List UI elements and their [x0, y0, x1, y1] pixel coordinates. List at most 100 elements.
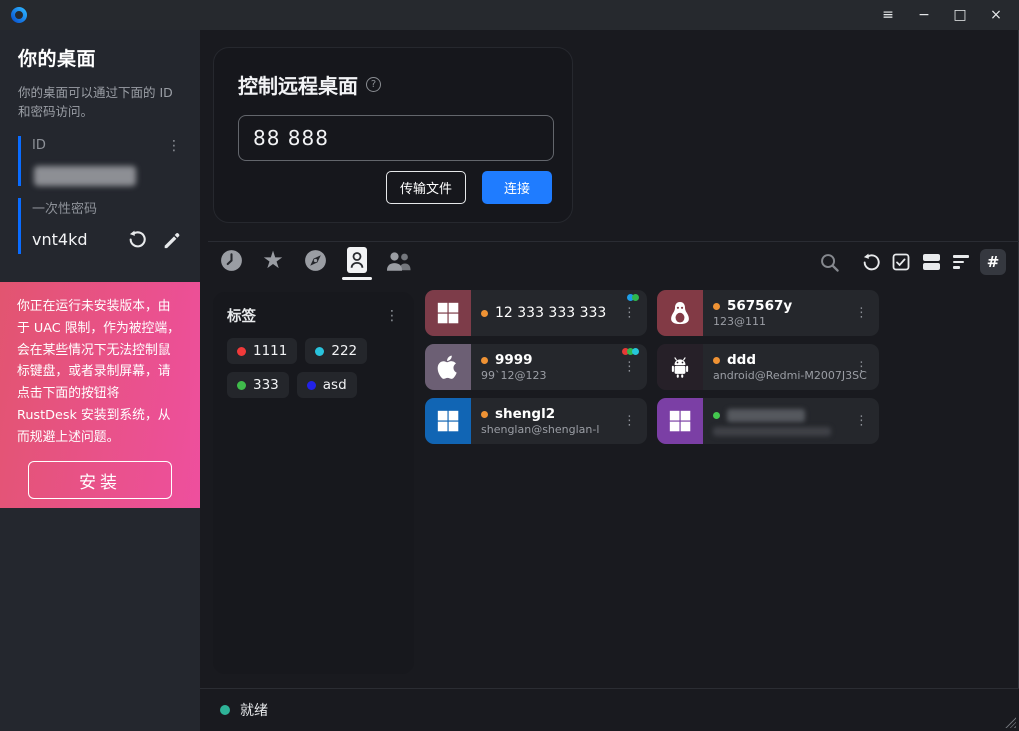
status-bar: 就绪 [200, 688, 1019, 731]
tag-color-dot [237, 347, 246, 356]
tags-header: 标签 [227, 305, 256, 326]
grid-view-button[interactable]: # [980, 249, 1006, 275]
tag-label: asd [323, 377, 347, 393]
peer-card[interactable]: 12 333 333 333 ⋮ [425, 290, 647, 336]
linux-logo-icon [657, 290, 703, 336]
install-notice: 你正在运行未安装版本，由于 UAC 限制，作为被控端，会在某些情况下无法控制鼠标… [0, 282, 200, 508]
refresh-password-button[interactable] [126, 229, 148, 251]
search-icon [819, 252, 840, 273]
peer-status-dot [713, 303, 720, 310]
tag-color-dot [237, 381, 246, 390]
select-peers-button[interactable] [890, 249, 912, 275]
sidebar: 你的桌面 你的桌面可以通过下面的 ID 和密码访问。 ID ⋮ 一次性密码 vn… [0, 30, 200, 731]
help-icon[interactable]: ? [366, 77, 381, 92]
tab-discovered[interactable] [302, 247, 328, 280]
install-notice-text: 你正在运行未安装版本，由于 UAC 限制，作为被控端，会在某些情况下无法控制鼠标… [17, 296, 183, 448]
peer-status-dot [481, 411, 488, 418]
peer-menu-button[interactable]: ⋮ [619, 412, 640, 431]
tab-groups[interactable] [386, 247, 412, 280]
peer-card[interactable]: shengl2 shenglan@shenglan-l ⋮ [425, 398, 647, 444]
windows-logo-icon [425, 290, 471, 336]
address-book-icon [346, 247, 368, 273]
sort-button[interactable] [950, 249, 972, 275]
peer-tag-dots [629, 294, 639, 301]
tag-chip[interactable]: 222 [305, 338, 367, 364]
peer-status-dot [713, 357, 720, 364]
checkbox-icon [892, 253, 910, 271]
minimize-button[interactable]: − [911, 3, 937, 27]
peer-card[interactable]: ⋮ [657, 398, 879, 444]
android-logo-icon [657, 344, 703, 390]
active-tab-underline [342, 277, 372, 280]
search-button[interactable] [818, 249, 840, 275]
windows-logo-icon [425, 398, 471, 444]
tag-chip[interactable]: asd [297, 372, 357, 398]
tag-color-dot [307, 381, 316, 390]
peer-status-dot [481, 357, 488, 364]
tag-chip[interactable]: 333 [227, 372, 289, 398]
control-remote-card: 控制远程桌面 ? 传输文件 连接 [213, 47, 573, 223]
id-section: ID ⋮ [18, 136, 182, 186]
cards-view-button[interactable] [920, 249, 942, 275]
peer-name: shengl2 [495, 406, 555, 422]
peer-menu-button[interactable]: ⋮ [851, 412, 872, 431]
tag-chip[interactable]: 1111 [227, 338, 297, 364]
peer-tag-dots [624, 348, 639, 355]
peer-status-dot [713, 412, 720, 419]
control-remote-title: 控制远程桌面 [238, 70, 358, 99]
password-section: 一次性密码 vnt4kd [18, 198, 182, 254]
star-icon: ★ [262, 247, 284, 273]
peer-tabbar: ★ [218, 247, 412, 280]
password-value: vnt4kd [32, 230, 114, 249]
tags-menu-button[interactable]: ⋮ [385, 308, 400, 324]
tabbar-divider [208, 241, 1019, 242]
tag-chip-list: 1111 222 333 asd [227, 338, 400, 398]
window-menu-button[interactable]: ≡ [875, 3, 901, 27]
peer-name: ddd [727, 352, 756, 368]
apple-logo-icon [425, 344, 471, 390]
titlebar[interactable]: ≡ − □ × [0, 0, 1019, 30]
tag-label: 1111 [253, 343, 287, 359]
tag-label: 333 [253, 377, 279, 393]
transfer-file-button[interactable]: 传输文件 [386, 171, 466, 204]
close-button[interactable]: × [983, 3, 1009, 27]
compass-icon [303, 247, 328, 273]
tab-favorites[interactable]: ★ [260, 247, 286, 280]
rustdesk-logo-icon [10, 6, 28, 24]
peer-card[interactable]: 9999 99`12@123 ⋮ [425, 344, 647, 390]
clock-icon [219, 247, 244, 273]
peer-menu-button[interactable]: ⋮ [851, 304, 872, 323]
id-label: ID [32, 138, 46, 153]
refresh-icon [862, 253, 881, 272]
refresh-peers-button[interactable] [860, 249, 882, 275]
password-label: 一次性密码 [32, 198, 97, 217]
tab-address-book[interactable] [344, 247, 370, 280]
connection-status-text: 就绪 [240, 700, 268, 720]
peer-card[interactable]: ddd android@Redmi-M2007J3SC ⋮ [657, 344, 879, 390]
peer-name: 12 333 333 333 [495, 305, 606, 321]
windows-logo-icon [657, 398, 703, 444]
sidebar-subtitle: 你的桌面可以通过下面的 ID 和密码访问。 [18, 83, 182, 122]
tab-recent-sessions[interactable] [218, 247, 244, 280]
remote-id-input[interactable] [238, 115, 554, 161]
maximize-button[interactable]: □ [947, 3, 973, 27]
id-menu-button[interactable]: ⋮ [167, 138, 182, 154]
sort-icon [953, 255, 969, 268]
peer-name: 9999 [495, 352, 533, 368]
tag-label: 222 [331, 343, 357, 359]
rustdesk-window: ≡ − □ × 你的桌面 你的桌面可以通过下面的 ID 和密码访问。 ID ⋮ … [0, 0, 1019, 731]
connect-button[interactable]: 连接 [482, 171, 552, 204]
peer-card[interactable]: 567567y 123@111 ⋮ [657, 290, 879, 336]
pencil-icon [162, 231, 180, 249]
peer-menu-button[interactable]: ⋮ [619, 304, 640, 323]
id-value-redacted [34, 166, 136, 186]
cards-view-icon [923, 254, 940, 270]
peer-menu-button[interactable]: ⋮ [619, 358, 640, 377]
edit-password-button[interactable] [160, 229, 182, 251]
peer-name-redacted [727, 409, 805, 422]
group-icon [384, 247, 414, 273]
tag-color-dot [315, 347, 324, 356]
peer-menu-button[interactable]: ⋮ [851, 358, 872, 377]
install-button[interactable]: 安装 [28, 461, 172, 499]
peer-name: 567567y [727, 298, 792, 314]
